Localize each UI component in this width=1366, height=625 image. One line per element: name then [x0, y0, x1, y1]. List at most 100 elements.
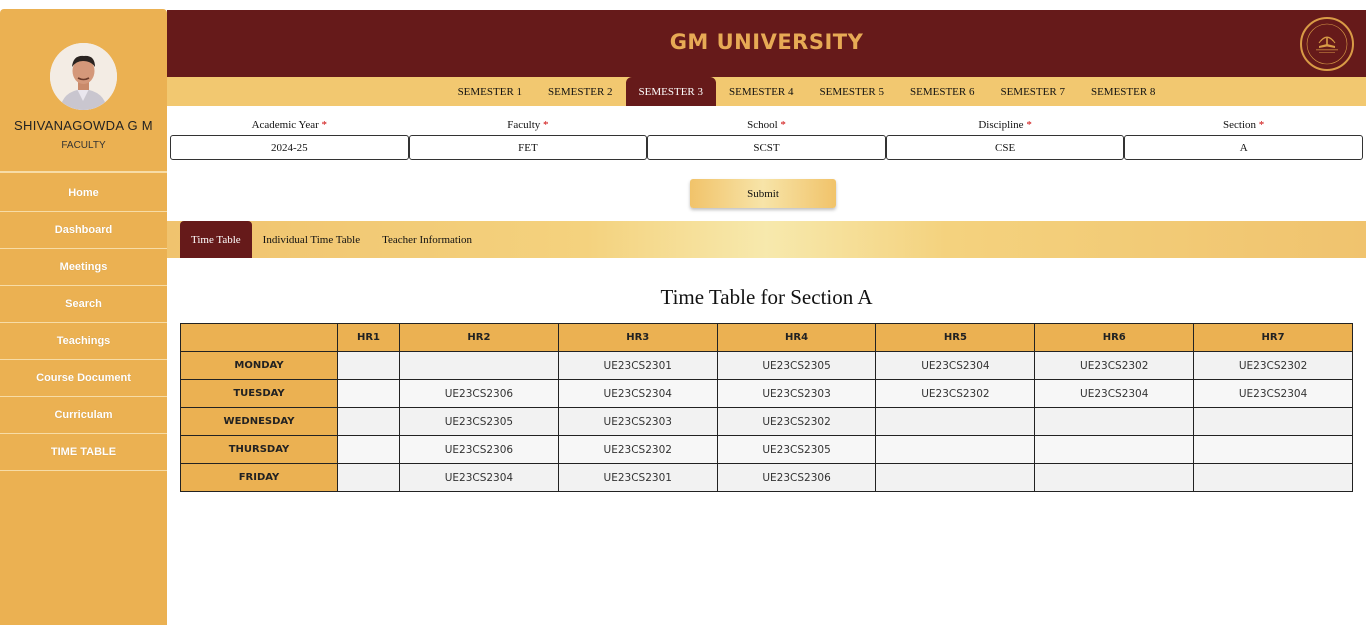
sidebar-item-search[interactable]: Search — [0, 286, 167, 323]
filter-discipline: Discipline * — [885, 119, 1125, 160]
table-cell: UE23CS2304 — [557, 379, 718, 408]
row-day: THURSDAY — [180, 435, 338, 464]
avatar — [50, 43, 117, 110]
table-cell — [875, 435, 1036, 464]
column-header — [180, 323, 338, 352]
tab-semester-2[interactable]: SEMESTER 2 — [535, 77, 625, 106]
required-mark: * — [1026, 119, 1032, 131]
table-cell: UE23CS2302 — [557, 435, 718, 464]
table-cell: UE23CS2301 — [557, 351, 718, 380]
tab-semester-3[interactable]: SEMESTER 3 — [625, 77, 717, 106]
university-logo — [1300, 17, 1354, 71]
tab-individual-time-table[interactable]: Individual Time Table — [252, 221, 371, 258]
submit-button[interactable]: Submit — [690, 179, 836, 208]
required-mark: * — [321, 119, 328, 131]
discipline-field[interactable] — [885, 135, 1125, 160]
row-day: MONDAY — [180, 351, 338, 380]
section-field[interactable] — [1124, 135, 1363, 160]
university-title: GM UNIVERSITY — [669, 30, 864, 54]
profile-name: SHIVANAGOWDA G M — [14, 118, 153, 133]
semester-tabs: SEMESTER 1 SEMESTER 2 SEMESTER 3 SEMESTE… — [167, 77, 1366, 106]
table-cell: UE23CS2305 — [716, 351, 877, 380]
table-cell: UE23CS2304 — [1193, 379, 1353, 408]
filter-row: Academic Year * Faculty * School * Disci… — [170, 119, 1363, 160]
table-cell — [875, 407, 1036, 436]
required-mark: * — [1258, 119, 1265, 131]
section-label: Section — [1223, 119, 1257, 131]
table-cell — [337, 407, 400, 436]
tab-semester-7[interactable]: SEMESTER 7 — [987, 77, 1077, 106]
discipline-label: Discipline — [978, 119, 1024, 131]
tab-teacher-information[interactable]: Teacher Information — [371, 221, 483, 258]
filter-academic-year: Academic Year * — [170, 119, 409, 160]
table-cell: UE23CS2302 — [1193, 351, 1353, 380]
sidebar-item-time-table[interactable]: TIME TABLE — [0, 434, 167, 471]
row-day: WEDNESDAY — [180, 407, 338, 436]
table-cell: UE23CS2304 — [1034, 379, 1195, 408]
table-cell: UE23CS2304 — [875, 351, 1036, 380]
table-cell: UE23CS2303 — [716, 379, 877, 408]
table-cell: UE23CS2303 — [557, 407, 718, 436]
timetable-title: Time Table for Section A — [660, 285, 873, 309]
timetable-header-row: HR1 HR2 HR3 HR4 HR5 HR6 HR7 — [180, 323, 1353, 352]
view-tabs: Time Table Individual Time Table Teacher… — [167, 221, 1366, 258]
required-mark: * — [543, 119, 549, 131]
sidebar-item-meetings[interactable]: Meetings — [0, 249, 167, 286]
school-field[interactable] — [647, 135, 886, 160]
column-header: HR1 — [337, 323, 400, 352]
column-header: HR5 — [875, 323, 1036, 352]
required-mark: * — [780, 119, 786, 131]
tab-semester-4[interactable]: SEMESTER 4 — [716, 77, 806, 106]
sidebar-item-curriculam[interactable]: Curriculam — [0, 397, 167, 434]
table-cell: UE23CS2305 — [399, 407, 559, 436]
filter-section: Section * — [1124, 119, 1363, 160]
sidebar-item-home[interactable]: Home — [0, 175, 167, 212]
table-row: TUESDAY UE23CS2306 UE23CS2304 UE23CS2303… — [180, 379, 1353, 408]
table-cell: UE23CS2302 — [875, 379, 1036, 408]
table-cell — [1193, 435, 1353, 464]
row-day: TUESDAY — [180, 379, 338, 408]
column-header: HR7 — [1193, 323, 1353, 352]
filter-school: School * — [647, 119, 886, 160]
table-cell — [337, 379, 400, 408]
tab-semester-1[interactable]: SEMESTER 1 — [445, 77, 535, 106]
filter-faculty: Faculty * — [408, 119, 648, 160]
faculty-label: Faculty — [507, 119, 541, 131]
table-cell — [399, 351, 559, 380]
table-row: MONDAY UE23CS2301 UE23CS2305 UE23CS2304 … — [180, 351, 1353, 380]
table-cell: UE23CS2305 — [716, 435, 877, 464]
user-avatar-icon — [50, 43, 117, 110]
row-day: FRIDAY — [180, 463, 338, 492]
tab-semester-6[interactable]: SEMESTER 6 — [897, 77, 987, 106]
table-cell: UE23CS2306 — [399, 379, 559, 408]
university-logo-icon — [1306, 23, 1348, 65]
table-cell — [337, 463, 400, 492]
sidebar-nav: Home Dashboard Meetings Search Teachings… — [0, 175, 167, 471]
tab-time-table[interactable]: Time Table — [180, 221, 252, 258]
school-label: School — [747, 119, 778, 131]
academic-year-field[interactable] — [170, 135, 409, 160]
profile-role: FACULTY — [61, 140, 106, 151]
table-cell — [1193, 407, 1353, 436]
app-header: GM UNIVERSITY — [167, 10, 1366, 77]
table-cell: UE23CS2301 — [557, 463, 718, 492]
table-cell — [1034, 407, 1195, 436]
sidebar-item-dashboard[interactable]: Dashboard — [0, 212, 167, 249]
table-cell — [875, 463, 1036, 492]
sidebar-item-teachings[interactable]: Teachings — [0, 323, 167, 360]
table-cell — [1034, 463, 1195, 492]
table-row: WEDNESDAY UE23CS2305 UE23CS2303 UE23CS23… — [180, 407, 1353, 436]
table-cell — [337, 351, 400, 380]
profile-card: SHIVANAGOWDA G M FACULTY — [0, 9, 167, 173]
faculty-field[interactable] — [408, 135, 648, 160]
column-header: HR4 — [716, 323, 877, 352]
column-header: HR6 — [1034, 323, 1195, 352]
table-cell: UE23CS2302 — [716, 407, 877, 436]
table-row: FRIDAY UE23CS2304 UE23CS2301 UE23CS2306 — [180, 463, 1353, 492]
sidebar-item-course-document[interactable]: Course Document — [0, 360, 167, 397]
tab-semester-5[interactable]: SEMESTER 5 — [807, 77, 897, 106]
timetable: HR1 HR2 HR3 HR4 HR5 HR6 HR7 MONDAY UE23C… — [180, 323, 1353, 492]
tab-semester-8[interactable]: SEMESTER 8 — [1078, 77, 1168, 106]
table-cell: UE23CS2302 — [1034, 351, 1195, 380]
academic-year-label: Academic Year — [251, 119, 319, 131]
